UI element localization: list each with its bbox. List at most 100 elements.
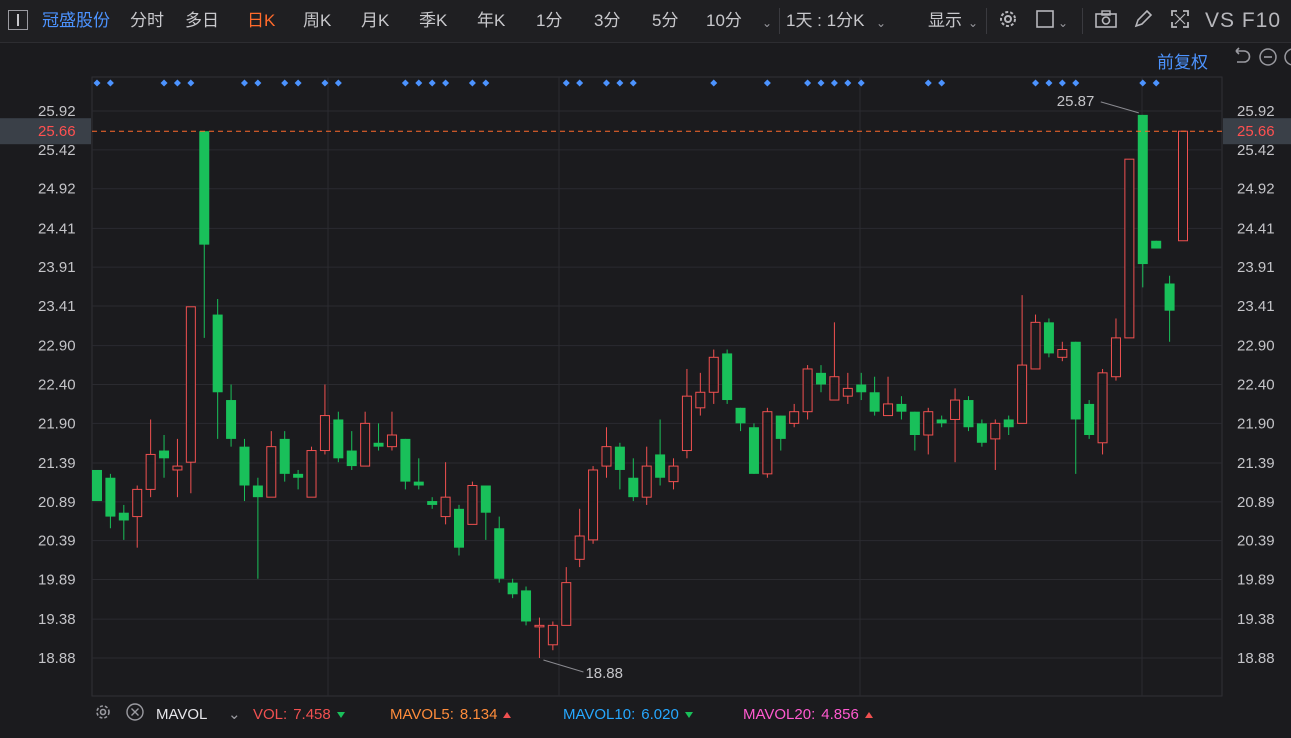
close-indicator-icon[interactable] xyxy=(122,702,148,728)
candle-body-down xyxy=(239,446,250,486)
display-chevron-icon[interactable]: ⌄ xyxy=(968,12,978,34)
tab-10min[interactable]: 10分 xyxy=(706,10,742,32)
candle-body-down xyxy=(816,372,826,385)
candle-body-up xyxy=(1057,349,1068,358)
y-tick-label-left: 24.41 xyxy=(38,220,76,237)
y-tick-label-left: 25.92 xyxy=(38,103,76,120)
candle-body-up xyxy=(132,488,143,518)
y-tick-label-right: 20.89 xyxy=(1237,494,1275,511)
candle-body-up xyxy=(695,391,706,409)
y-tick-label-left: 23.41 xyxy=(38,298,76,315)
event-marker-icon xyxy=(173,79,181,87)
candle-body-down xyxy=(936,419,947,424)
event-marker-icon xyxy=(924,79,932,87)
candle-body-down xyxy=(212,314,223,393)
tab-yearly-k[interactable]: 年K xyxy=(477,10,505,32)
max-price-label: 25.87 xyxy=(1057,93,1095,110)
event-marker-icon xyxy=(468,79,476,87)
tab-multiday[interactable]: 多日 xyxy=(185,10,219,32)
candle-body-up xyxy=(842,387,853,397)
candle-body-up xyxy=(641,465,652,498)
range-select[interactable]: 1天 : 1分K xyxy=(786,10,864,32)
tab-weekly-k[interactable]: 周K xyxy=(303,10,331,32)
tab-3min[interactable]: 3分 xyxy=(594,10,620,32)
event-marker-icon xyxy=(254,79,262,87)
candlestick-chart[interactable]: 25.92 25.92 25.42 25.42 24.92 24.92 24.41 24.41… xyxy=(0,42,1291,700)
tab-monthly-k[interactable]: 月K xyxy=(361,10,389,32)
y-tick-label-left: 23.91 xyxy=(38,259,76,276)
mavol10-readout: MAVOL10: 6.020 xyxy=(563,705,693,725)
candle-body-up xyxy=(534,624,545,628)
candle-body-down xyxy=(1070,341,1081,420)
candle-body-down xyxy=(1043,322,1054,354)
candle-body-down xyxy=(963,400,974,428)
indicator-settings-icon[interactable] xyxy=(90,702,116,728)
event-marker-icon xyxy=(428,79,436,87)
layout-square-icon[interactable] xyxy=(1033,8,1059,34)
y-tick-label-left: 19.38 xyxy=(38,611,76,628)
y-tick-label-right: 20.39 xyxy=(1237,533,1275,550)
event-marker-icon xyxy=(817,79,825,87)
indicator-bar: MAVOL ⌄ VOL: 7.458 MAVOL5: 8.134 MAVOL10: 6… xyxy=(0,700,1291,730)
y-tick-label-left: 22.90 xyxy=(38,338,76,355)
settings-gear-icon[interactable] xyxy=(995,8,1021,34)
y-tick-label-right: 23.91 xyxy=(1237,259,1275,276)
candle-body-up xyxy=(601,446,612,467)
candle-body-up xyxy=(440,496,451,518)
y-tick-label-right: 18.88 xyxy=(1237,650,1275,667)
camera-icon[interactable] xyxy=(1093,8,1119,34)
event-marker-icon xyxy=(763,79,771,87)
candle-body-down xyxy=(869,392,880,412)
candle-body-down xyxy=(226,400,237,439)
vs-f10-button[interactable]: VS F10 xyxy=(1205,9,1281,33)
event-marker-icon xyxy=(1072,79,1080,87)
indicator-name[interactable]: MAVOL xyxy=(156,705,207,725)
tab-1min[interactable]: 1分 xyxy=(536,10,562,32)
divider xyxy=(1082,8,1083,34)
divider xyxy=(779,8,780,34)
y-tick-label-left: 24.92 xyxy=(38,181,76,198)
candle-body-down xyxy=(293,473,304,478)
candle-body-down xyxy=(775,415,786,439)
candle-body-up xyxy=(668,465,679,483)
event-marker-icon xyxy=(482,79,490,87)
candle-body-up xyxy=(467,485,478,525)
event-marker-icon xyxy=(616,79,624,87)
event-marker-icon xyxy=(1045,79,1053,87)
range-chevron-icon[interactable]: ⌄ xyxy=(876,12,886,34)
down-arrow-icon xyxy=(336,712,345,719)
current-price-label-left: 25.66 xyxy=(38,123,76,140)
candle-body-down xyxy=(427,501,438,505)
vol-readout: VOL: 7.458 xyxy=(253,705,345,725)
y-tick-label-right: 19.89 xyxy=(1237,572,1275,589)
candle-body-down xyxy=(507,582,518,595)
up-arrow-icon xyxy=(503,712,512,719)
up-arrow-icon xyxy=(864,712,873,719)
candle-body-down xyxy=(454,508,464,548)
candle-body-down xyxy=(1137,114,1148,265)
candle-body-down xyxy=(199,131,210,245)
candle-body-down xyxy=(628,477,639,498)
more-periods-chevron-icon[interactable]: ⌄ xyxy=(762,12,772,34)
event-marker-icon xyxy=(240,79,248,87)
divider xyxy=(986,8,987,34)
layout-chevron-icon[interactable]: ⌄ xyxy=(1058,12,1068,34)
tab-quarterly-k[interactable]: 季K xyxy=(419,10,447,32)
event-marker-icon xyxy=(93,79,101,87)
candle-body-down xyxy=(521,590,532,622)
candle-body-up xyxy=(1097,372,1108,444)
indicator-chevron-icon[interactable]: ⌄ xyxy=(228,705,241,725)
display-menu[interactable]: 显示 xyxy=(928,10,962,32)
tab-intraday[interactable]: 分时 xyxy=(130,10,164,32)
event-marker-icon xyxy=(281,79,289,87)
tab-daily-k[interactable]: 日K xyxy=(247,10,275,32)
down-arrow-icon xyxy=(684,712,693,719)
y-tick-label-right: 23.41 xyxy=(1237,298,1275,315)
mavol5-readout: MAVOL5: 8.134 xyxy=(390,705,512,725)
stock-name[interactable]: 冠盛股份 xyxy=(42,10,110,32)
fullscreen-icon[interactable] xyxy=(1167,8,1193,34)
pencil-icon[interactable] xyxy=(1130,8,1156,34)
y-tick-label-left: 25.42 xyxy=(38,142,76,159)
tab-5min[interactable]: 5分 xyxy=(652,10,678,32)
sidebar-toggle-icon[interactable] xyxy=(8,10,28,30)
